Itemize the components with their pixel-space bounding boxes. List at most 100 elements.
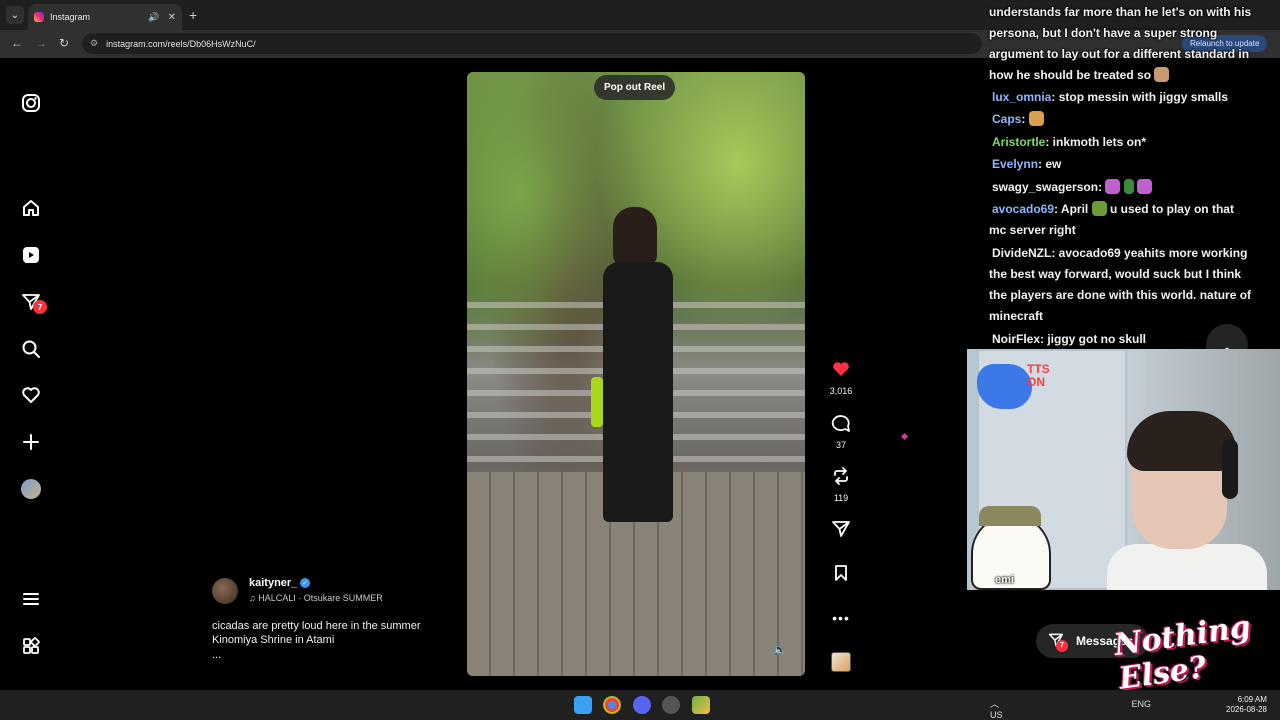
more-action[interactable]: ••• xyxy=(826,606,856,630)
share-icon[interactable] xyxy=(831,519,851,543)
streamer-hair xyxy=(1127,411,1237,471)
discord-icon[interactable] xyxy=(633,696,651,714)
like-heart-icon[interactable] xyxy=(831,359,851,383)
new-tab-button[interactable]: + xyxy=(189,7,197,23)
chat-line: persona, but I don't have a super strong xyxy=(989,26,1218,40)
notification-badge: 7 xyxy=(33,300,47,314)
comment-icon[interactable] xyxy=(831,413,851,437)
tab-close-icon[interactable]: ✕ xyxy=(168,12,176,23)
system-tray[interactable]: ︿ ENG US xyxy=(990,697,1151,720)
webcam-overlay: TTS ON emi xyxy=(967,349,1280,590)
author-avatar[interactable] xyxy=(212,578,238,604)
more-dots-icon[interactable]: ••• xyxy=(832,606,850,630)
chat-line: the players are done with this world. na… xyxy=(989,288,1252,302)
reload-button[interactable]: ↻ xyxy=(59,36,69,50)
caption-line: Kinomiya Shrine in Atami xyxy=(212,634,335,646)
headset xyxy=(1222,439,1238,499)
chat-line: understands far more than he let's on wi… xyxy=(989,5,1252,19)
reels-icon[interactable] xyxy=(20,244,42,266)
url-text: instagram.com/reels/Db06HsWzNuC/ xyxy=(106,38,256,49)
chat-line: argument to lay out for a different stan… xyxy=(989,47,1250,61)
chat-line: minecraft xyxy=(989,309,1044,323)
messages-badge: 7 xyxy=(1056,639,1068,652)
url-field[interactable]: ⚙ instagram.com/reels/Db06HsWzNuC/ xyxy=(82,33,982,54)
tab-title: Instagram xyxy=(50,12,91,22)
chat-line: DivideNZL: avocado69 yeahits more workin… xyxy=(992,246,1248,260)
person-in-video xyxy=(591,207,677,532)
share-action[interactable] xyxy=(826,519,856,543)
mouse-cursor xyxy=(900,432,909,441)
emi-label: emi xyxy=(995,574,1014,586)
volume-icon[interactable]: 🔈 xyxy=(773,643,787,656)
audio-track[interactable]: ♫ HALCALI · Otsukare SUMMER xyxy=(249,593,383,603)
save-action[interactable] xyxy=(826,563,856,587)
music-note-icon: ♫ xyxy=(249,593,259,603)
nothing-else-logo: Nothing Else? xyxy=(1106,609,1276,696)
obs-icon[interactable] xyxy=(662,696,680,714)
logo-text: Nothing Else? xyxy=(1111,609,1253,697)
clock-date: 2026-08-28 xyxy=(1226,705,1267,714)
caption-line: cicadas are pretty loud here in the summ… xyxy=(212,620,421,632)
back-button[interactable]: ← xyxy=(11,36,23,50)
emote-icon xyxy=(1123,179,1134,194)
chat-line: swagy_swagerson: xyxy=(992,177,1153,198)
instagram-sidebar: 7 xyxy=(0,58,62,690)
caption-more-button[interactable]: ... xyxy=(212,649,221,661)
chat-line: mc server right xyxy=(989,223,1076,237)
search-icon[interactable] xyxy=(20,338,42,360)
profile-avatar[interactable] xyxy=(21,479,41,499)
instagram-favicon-icon xyxy=(34,12,44,22)
stream-chat-overlay: understands far more than he let's on wi… xyxy=(987,0,1280,352)
chrome-icon[interactable] xyxy=(603,696,621,714)
instagram-logo-icon[interactable] xyxy=(20,92,42,114)
comment-action[interactable]: 37 xyxy=(826,413,856,450)
create-icon[interactable] xyxy=(20,431,42,453)
emote-icon xyxy=(1137,179,1153,194)
comment-count: 37 xyxy=(835,440,846,450)
home-icon[interactable] xyxy=(20,197,42,219)
audio-thumbnail[interactable] xyxy=(831,652,851,672)
reel-video[interactable] xyxy=(467,72,805,676)
heart-icon[interactable] xyxy=(20,384,42,406)
pop-out-reel-button[interactable]: Pop out Reel xyxy=(594,75,676,100)
emote-icon xyxy=(1091,201,1107,216)
emote-icon xyxy=(1105,179,1121,194)
emi-sticker: emi xyxy=(967,504,1055,590)
chat-line: NoirFlex: jiggy got no skull xyxy=(992,332,1147,346)
tts-label: TTS ON xyxy=(1027,362,1050,389)
chat-line: Aristortle: inkmoth lets on* xyxy=(992,135,1147,149)
cat-emote-icon xyxy=(1028,111,1044,126)
chat-line: Evelynn: ew xyxy=(992,157,1062,171)
tts-on-sticker: TTS ON xyxy=(977,359,1057,414)
app-icon[interactable] xyxy=(692,696,710,714)
chat-line: Caps: xyxy=(992,109,1044,130)
forward-button[interactable]: → xyxy=(35,36,47,50)
verified-badge-icon: ✓ xyxy=(300,578,310,588)
chat-line: how he should be treated so xyxy=(989,65,1170,86)
language-indicator[interactable]: ENG US xyxy=(990,699,1151,720)
windows-start-icon[interactable] xyxy=(574,696,592,714)
tab-audio-icon[interactable]: 🔊 xyxy=(148,12,159,23)
chat-line: the best way forward, would suck but I t… xyxy=(989,267,1242,281)
messages-icon: 7 xyxy=(1048,632,1068,652)
like-action[interactable]: 3,016 xyxy=(826,359,856,396)
repost-action[interactable]: 119 xyxy=(826,466,856,503)
chat-line: lux_omnia: stop messin with jiggy smalls xyxy=(992,90,1229,104)
streamer-shirt xyxy=(1107,544,1267,590)
tab-search-button[interactable]: ⌄ xyxy=(6,6,24,24)
site-info-icon[interactable]: ⚙ xyxy=(90,38,98,49)
audio-track-label: HALCALI · Otsukare SUMMER xyxy=(258,593,383,603)
author-username[interactable]: kaityner_ xyxy=(249,577,297,589)
emote-icon xyxy=(1154,67,1170,82)
tray-chevron-icon[interactable]: ︿ xyxy=(990,699,999,709)
browser-tab[interactable]: Instagram 🔊 ✕ xyxy=(28,4,182,30)
repost-icon[interactable] xyxy=(831,466,851,490)
bookmark-icon[interactable] xyxy=(831,563,851,587)
menu-icon[interactable] xyxy=(20,588,42,610)
repost-count: 119 xyxy=(833,493,849,503)
chat-line: avocado69: April u used to play on that xyxy=(992,201,1234,216)
like-count: 3,016 xyxy=(829,386,853,396)
taskbar-clock[interactable]: 6:09 AM 2026-08-28 xyxy=(1226,695,1267,715)
apps-grid-icon[interactable] xyxy=(20,635,42,657)
clock-time: 6:09 AM xyxy=(1237,695,1267,704)
